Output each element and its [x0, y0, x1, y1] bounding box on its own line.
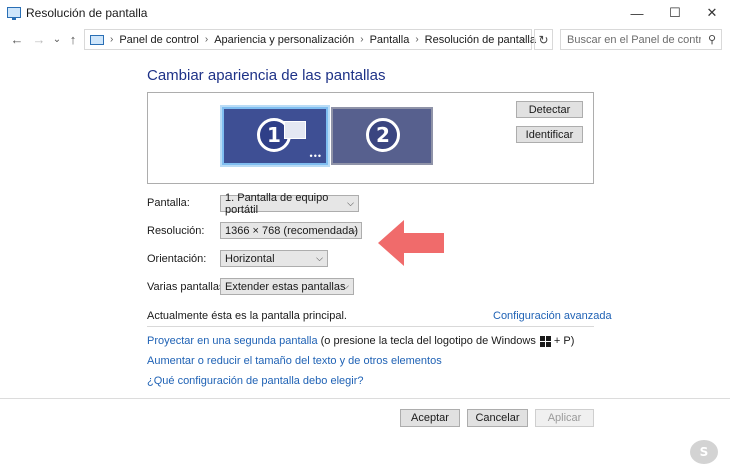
title-bar: Resolución de pantalla — ☐ ✕	[0, 0, 730, 26]
address-row: ← → ⌄ ↑ › Panel de control › Apariencia …	[0, 26, 730, 52]
text-size-link[interactable]: Aumentar o reducir el tamaño del texto y…	[147, 355, 442, 367]
window-title: Resolución de pantalla	[26, 6, 148, 20]
monitor-1-tile[interactable]: 1 •••	[222, 107, 328, 165]
windows-logo-icon	[539, 335, 551, 347]
main-display-note: Actualmente ésta es la pantalla principa…	[147, 310, 347, 322]
address-dropdown-chevron-icon[interactable]: ⌄	[519, 33, 527, 44]
divider	[147, 326, 594, 327]
breadcrumb-pantalla[interactable]: Pantalla	[370, 34, 410, 46]
multiple-displays-select[interactable]: Extender estas pantallas ⌵	[220, 278, 354, 295]
breadcrumb-separator-icon[interactable]: ›	[415, 34, 418, 45]
primary-display-grid-icon	[284, 121, 306, 139]
breadcrumb-apariencia[interactable]: Apariencia y personalización	[214, 34, 354, 46]
page-title: Cambiar apariencia de las pantallas	[147, 67, 386, 84]
which-settings-link[interactable]: ¿Qué configuración de pantalla debo eleg…	[147, 375, 363, 387]
detect-button[interactable]: Detectar	[516, 101, 583, 118]
accept-button[interactable]: Aceptar	[400, 409, 460, 427]
chevron-down-icon: ⌵	[342, 281, 349, 291]
display-label: Pantalla:	[147, 197, 190, 209]
breadcrumb-panel-de-control[interactable]: Panel de control	[119, 34, 199, 46]
advanced-settings-link[interactable]: Configuración avanzada	[493, 310, 612, 322]
refresh-icon[interactable]: ↻	[534, 29, 553, 50]
breadcrumb-separator-icon[interactable]: ›	[205, 34, 208, 45]
monitor-2-tile[interactable]: 2	[331, 107, 433, 165]
display-select[interactable]: 1. Pantalla de equipo portátil ⌵	[220, 192, 359, 216]
project-hint-text: (o presione la tecla del logotipo de Win…	[320, 335, 536, 347]
breadcrumb-separator-icon[interactable]: ›	[110, 34, 113, 45]
multiple-displays-select-value: Extender estas pantallas	[225, 280, 346, 293]
cancel-button[interactable]: Cancelar	[467, 409, 528, 427]
close-button[interactable]: ✕	[694, 0, 730, 26]
maximize-button[interactable]: ☐	[657, 0, 693, 26]
back-arrow-icon[interactable]: ←	[8, 30, 26, 48]
display-settings-icon	[7, 7, 21, 20]
forward-arrow-icon[interactable]: →	[30, 30, 48, 48]
footer-divider	[0, 398, 730, 399]
apply-button[interactable]: Aplicar	[535, 409, 594, 427]
resolution-label: Resolución:	[147, 225, 205, 237]
multiple-displays-label: Varias pantallas:	[147, 281, 228, 293]
watermark-logo: S	[690, 440, 718, 464]
control-panel-icon	[90, 34, 104, 45]
project-shortcut-text: + P)	[553, 335, 575, 347]
orientation-select-value: Horizontal	[225, 252, 275, 265]
address-bar[interactable]: › Panel de control › Apariencia y person…	[84, 29, 536, 50]
chevron-down-icon: ⌵	[350, 225, 357, 235]
monitor-options-dots-icon: •••	[309, 151, 322, 161]
identify-button[interactable]: Identificar	[516, 126, 583, 143]
resolution-select[interactable]: 1366 × 768 (recomendada) ⌵	[220, 222, 362, 239]
resolution-select-value: 1366 × 768 (recomendada)	[225, 224, 359, 237]
up-arrow-icon[interactable]: ↑	[64, 30, 82, 48]
project-second-screen-link[interactable]: Proyectar en una segunda pantalla	[147, 335, 318, 347]
chevron-down-icon: ⌵	[316, 253, 323, 263]
search-input[interactable]	[561, 30, 701, 49]
breadcrumb-separator-icon[interactable]: ›	[360, 34, 363, 45]
search-box[interactable]: ⚲	[560, 29, 722, 50]
monitor-number-label: 2	[366, 118, 400, 152]
search-icon[interactable]: ⚲	[708, 33, 716, 46]
project-row: Proyectar en una segunda pantalla (o pre…	[147, 335, 574, 347]
orientation-select[interactable]: Horizontal ⌵	[220, 250, 328, 267]
chevron-down-icon: ⌵	[347, 198, 354, 208]
display-select-value: 1. Pantalla de equipo portátil	[225, 191, 329, 216]
pointer-arrow-icon	[378, 220, 444, 266]
minimize-button[interactable]: —	[619, 0, 655, 26]
orientation-label: Orientación:	[147, 253, 207, 265]
